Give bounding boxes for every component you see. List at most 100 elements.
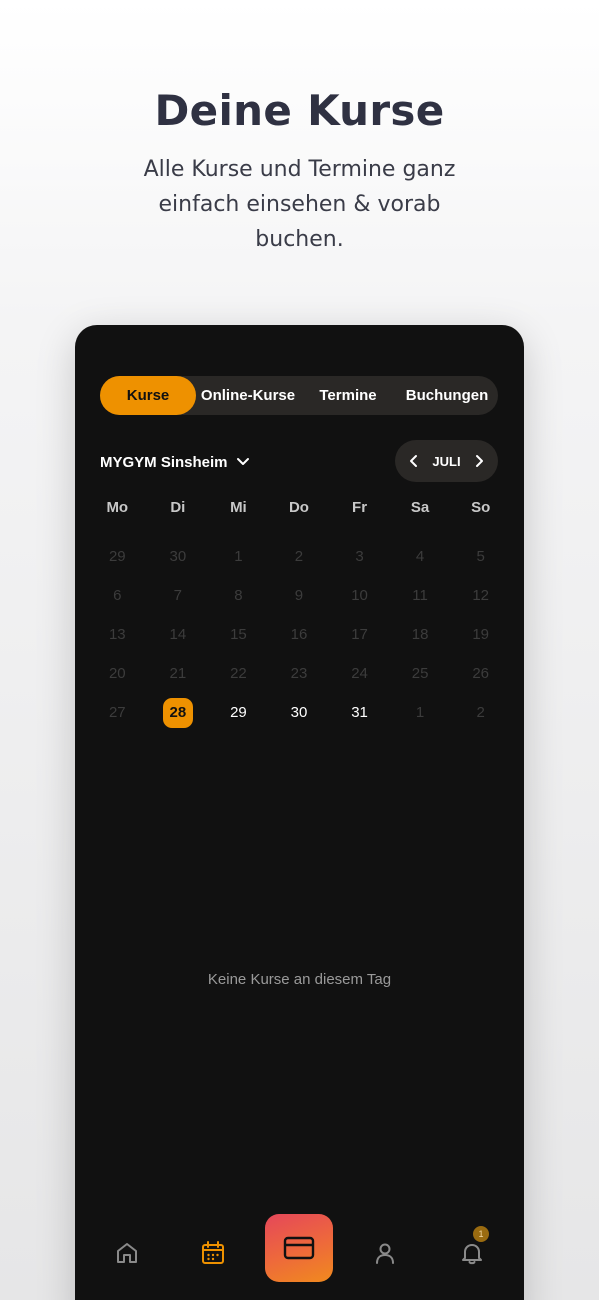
calendar-day: 12 xyxy=(450,576,511,615)
calendar-day-label: 25 xyxy=(411,665,429,683)
calendar-day: 2 xyxy=(269,537,330,576)
calendar-week: 20 21 22 23 24 25 26 xyxy=(87,655,511,694)
location-name: MYGYM Sinsheim xyxy=(100,453,228,471)
calendar-day: 17 xyxy=(329,615,390,654)
calendar-day: 11 xyxy=(390,576,451,615)
calendar-day-label: 13 xyxy=(108,625,126,643)
calendar-grid: 29 30 1 2 3 4 5 6 7 8 9 10 11 12 13 14 15 16 17 18 19 20 21 22 2… xyxy=(87,537,511,733)
calendar-day-label: 30 xyxy=(169,547,187,565)
nav-notifications-button[interactable]: 1 xyxy=(457,1226,489,1268)
nav-home-button[interactable] xyxy=(112,1238,142,1268)
prev-month-button[interactable] xyxy=(407,454,421,468)
weekday-label: Mo xyxy=(106,499,129,516)
calendar-day: 2 xyxy=(450,694,511,733)
calendar-day: 19 xyxy=(450,615,511,654)
hero-subtitle: Alle Kurse und Termine ganz einfach eins… xyxy=(143,157,456,252)
calendar-day: 16 xyxy=(269,615,330,654)
calendar-day: 21 xyxy=(148,655,209,694)
calendar-day-label: 24 xyxy=(351,665,368,683)
calendar-icon xyxy=(202,1241,224,1264)
calendar-day-label: 16 xyxy=(290,625,308,643)
calendar-day: 5 xyxy=(450,537,511,576)
next-month-button[interactable] xyxy=(472,454,486,468)
card-icon xyxy=(283,1236,315,1260)
weekday-label: Do xyxy=(288,499,309,516)
calendar-day-label: 23 xyxy=(290,665,308,683)
calendar-day-label: 26 xyxy=(472,665,489,683)
calendar-week: 6 7 8 9 10 11 12 xyxy=(87,576,511,615)
bottom-nav: 1 xyxy=(75,1213,524,1300)
calendar-day: 7 xyxy=(148,576,209,615)
hero-title: Deine Kurse xyxy=(154,86,445,135)
calendar-day: 1 xyxy=(390,694,451,733)
calendar-day: 4 xyxy=(390,537,451,576)
month-navigator: JULI xyxy=(395,440,498,482)
calendar-day-label: 11 xyxy=(412,586,428,604)
calendar-day: 23 xyxy=(269,655,330,694)
calendar-day-label: 28 xyxy=(162,698,193,729)
calendar-day-label: 22 xyxy=(230,665,247,683)
calendar-week: 29 30 1 2 3 4 5 xyxy=(87,537,511,576)
calendar-day: 13 xyxy=(87,615,148,654)
calendar-day: 25 xyxy=(390,655,451,694)
calendar-day-label: 29 xyxy=(230,704,247,722)
calendar-day: 1 xyxy=(208,537,269,576)
home-icon xyxy=(117,1243,137,1263)
calendar-day: 3 xyxy=(329,537,390,576)
calendar-day[interactable]: 31 xyxy=(329,694,390,733)
calendar-day: 14 xyxy=(148,615,209,654)
calendar-day-label: 15 xyxy=(230,625,247,643)
calendar-day-label: 29 xyxy=(108,547,126,565)
calendar-day-label: 2 xyxy=(476,704,485,722)
profile-icon xyxy=(376,1243,394,1264)
calendar-day[interactable]: 29 xyxy=(208,694,269,733)
chevron-down-icon xyxy=(236,458,249,465)
month-label: JULI xyxy=(432,453,461,469)
weekday-label: Mi xyxy=(230,499,247,516)
calendar-day-label: 10 xyxy=(351,586,368,604)
weekday-label: Sa xyxy=(410,499,430,516)
bell-icon xyxy=(462,1244,482,1265)
nav-profile-button[interactable] xyxy=(370,1238,400,1268)
tab-kurse[interactable]: Kurse xyxy=(100,376,196,415)
phone-screen: Kurse Online-Kurse Termine Buchungen MYG… xyxy=(75,325,524,1300)
nav-calendar-button[interactable] xyxy=(198,1238,228,1268)
tab-bar: Kurse Online-Kurse Termine Buchungen xyxy=(100,376,498,415)
calendar-week: 13 14 15 16 17 18 19 xyxy=(87,615,511,654)
calendar-day-label: 27 xyxy=(108,704,126,722)
calendar-day-label: 21 xyxy=(169,665,187,683)
calendar-week: 27 28 29 30 31 1 2 xyxy=(87,694,511,733)
calendar-day: 15 xyxy=(208,615,269,654)
weekday-label: So xyxy=(471,499,491,516)
calendar-day-label: 8 xyxy=(234,586,243,604)
calendar-day-label: 3 xyxy=(355,547,364,565)
calendar-day: 22 xyxy=(208,655,269,694)
calendar-day-label: 5 xyxy=(476,547,485,565)
nav-card-button[interactable] xyxy=(265,1214,333,1282)
weekday-header: Mo Di Mi Do Fr Sa So xyxy=(87,499,511,516)
calendar-day: 26 xyxy=(450,655,511,694)
location-selector[interactable]: MYGYM Sinsheim xyxy=(100,451,250,473)
calendar-day-label: 6 xyxy=(113,586,122,604)
tab-buchungen[interactable]: Buchungen xyxy=(396,376,498,415)
calendar-day-label: 12 xyxy=(472,586,489,604)
tab-termine[interactable]: Termine xyxy=(300,376,396,415)
calendar-day: 6 xyxy=(87,576,148,615)
calendar-day-label: 14 xyxy=(169,625,187,643)
weekday-label: Di xyxy=(170,499,186,516)
calendar-day-label: 18 xyxy=(411,625,429,643)
calendar-day-label: 2 xyxy=(294,547,304,565)
calendar-day-label: 1 xyxy=(234,547,243,565)
calendar-day-label: 9 xyxy=(294,586,304,604)
calendar-day-label: 7 xyxy=(173,586,183,604)
tab-online-kurse[interactable]: Online-Kurse xyxy=(196,376,300,415)
chevron-left-icon xyxy=(410,455,417,467)
empty-state-message: Keine Kurse an diesem Tag xyxy=(207,971,392,988)
weekday-label: Fr xyxy=(352,499,368,516)
calendar-day-selected[interactable]: 28 xyxy=(148,694,209,733)
calendar-day[interactable]: 30 xyxy=(269,694,330,733)
calendar-day-label: 20 xyxy=(108,665,126,683)
calendar-day: 9 xyxy=(269,576,330,615)
calendar-day: 20 xyxy=(87,655,148,694)
calendar-day-label: 17 xyxy=(351,625,368,643)
